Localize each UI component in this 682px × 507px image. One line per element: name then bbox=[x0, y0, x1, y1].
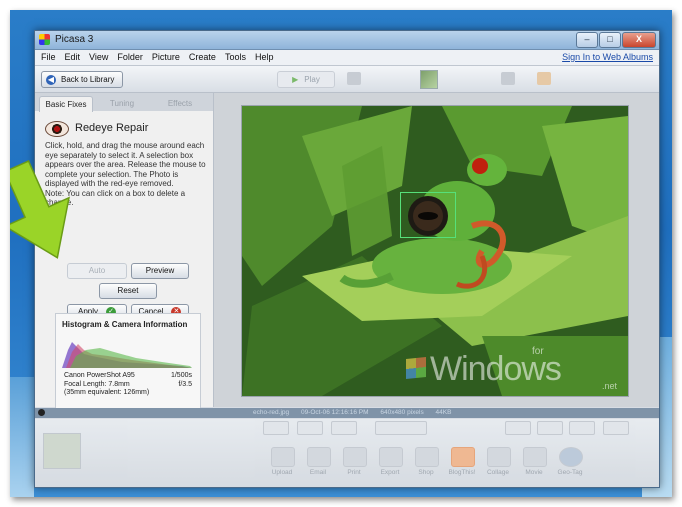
arrow-left-icon: ◀ bbox=[46, 74, 56, 85]
blogthis-label: BlogThis! bbox=[448, 469, 476, 476]
rotate-left-icon[interactable] bbox=[297, 421, 323, 435]
desktop-background: Picasa 3 – □ X File Edit View Folder Pic… bbox=[10, 10, 672, 497]
background-decoration bbox=[10, 377, 34, 497]
focal-length: Focal Length: 7.8mm bbox=[64, 380, 130, 388]
menu-file[interactable]: File bbox=[41, 52, 56, 62]
preview-button[interactable]: Preview bbox=[131, 263, 189, 279]
camera-model: Canon PowerShot A95 bbox=[64, 372, 135, 379]
current-photo-thumbnail[interactable] bbox=[420, 70, 438, 89]
collage-label: Collage bbox=[486, 469, 510, 476]
info-icon[interactable] bbox=[603, 421, 629, 435]
status-dimensions: 640x480 pixels bbox=[380, 409, 424, 416]
play-button[interactable]: ▶ Play bbox=[277, 71, 335, 88]
export-label: Export bbox=[380, 469, 400, 476]
reset-button[interactable]: Reset bbox=[99, 283, 157, 299]
menu-help[interactable]: Help bbox=[255, 52, 274, 62]
edit-tabs: Basic Fixes Tuning Effects bbox=[35, 93, 213, 112]
status-size: 44KB bbox=[435, 409, 452, 416]
next-photo-icon[interactable] bbox=[501, 72, 515, 85]
back-to-library-button[interactable]: ◀ Back to Library bbox=[41, 71, 124, 88]
menu-picture[interactable]: Picture bbox=[152, 52, 180, 62]
zoom-slider[interactable] bbox=[375, 421, 427, 435]
status-toggle-icon[interactable] bbox=[38, 409, 45, 416]
tag-icon[interactable] bbox=[569, 421, 595, 435]
auto-button[interactable]: Auto bbox=[67, 263, 127, 279]
histogram-panel: Histogram & Camera Information Canon Pow… bbox=[55, 313, 201, 415]
photo-viewer: Windows for .net bbox=[214, 93, 659, 407]
camera-info: Canon PowerShot A95 1/500s Focal Length: … bbox=[64, 372, 196, 398]
selected-photo-tray[interactable] bbox=[43, 433, 81, 469]
picasa-app-icon bbox=[39, 34, 50, 45]
histogram-graph bbox=[62, 342, 192, 368]
status-filename: echo-red.jpg bbox=[253, 409, 290, 416]
redeye-icon bbox=[45, 121, 69, 137]
watermark-net: .net bbox=[602, 381, 618, 391]
green-arrow-annotation bbox=[10, 160, 70, 259]
histogram-title: Histogram & Camera Information bbox=[62, 320, 188, 329]
geotag-label: Geo-Tag bbox=[557, 469, 583, 476]
windows-logo-watermark bbox=[406, 356, 426, 380]
upload-label: Upload bbox=[271, 469, 293, 476]
minimize-button[interactable]: – bbox=[576, 32, 598, 48]
previous-photo-icon[interactable] bbox=[347, 72, 361, 85]
shop-icon[interactable] bbox=[415, 447, 439, 467]
globe-icon[interactable] bbox=[559, 447, 583, 467]
shop-label: Shop bbox=[418, 469, 434, 476]
movie-label: Movie bbox=[525, 469, 543, 476]
blogger-icon[interactable] bbox=[451, 447, 475, 467]
maximize-button[interactable]: □ bbox=[599, 32, 621, 48]
menu-folder[interactable]: Folder bbox=[117, 52, 143, 62]
sign-in-link[interactable]: Sign In to Web Albums bbox=[562, 52, 653, 62]
email-icon[interactable] bbox=[307, 447, 331, 467]
tab-tuning[interactable]: Tuning bbox=[97, 96, 147, 111]
tab-effects[interactable]: Effects bbox=[153, 96, 207, 111]
picasa-window: Picasa 3 – □ X File Edit View Folder Pic… bbox=[34, 30, 660, 488]
redeye-selection-box[interactable] bbox=[400, 192, 456, 238]
print-label: Print bbox=[347, 469, 361, 476]
aperture: f/3.5 bbox=[178, 380, 192, 388]
menu-tools[interactable]: Tools bbox=[225, 52, 246, 62]
focal-equivalent: (35mm equivalent: 126mm) bbox=[64, 389, 150, 396]
title-bar: Picasa 3 – □ X bbox=[35, 31, 659, 50]
tool-title: Redeye Repair bbox=[75, 122, 149, 134]
collage-icon[interactable] bbox=[487, 447, 511, 467]
frog-photo[interactable]: Windows for .net bbox=[241, 105, 629, 397]
menu-view[interactable]: View bbox=[89, 52, 108, 62]
people-icon[interactable] bbox=[505, 421, 531, 435]
shutter-speed: 1/500s bbox=[170, 372, 192, 379]
status-bar: echo-red.jpg 09-Oct-06 12:16:16 PM 640x4… bbox=[35, 408, 659, 418]
watermark-for: for bbox=[532, 346, 544, 357]
play-icon: ▶ bbox=[292, 75, 299, 84]
back-to-library-label: Back to Library bbox=[61, 75, 115, 84]
menu-bar: File Edit View Folder Picture Create Too… bbox=[35, 50, 659, 66]
rotate-icon[interactable] bbox=[537, 72, 551, 85]
play-label: Play bbox=[304, 75, 320, 84]
close-button[interactable]: X bbox=[622, 32, 656, 48]
email-label: Email bbox=[309, 469, 327, 476]
movie-icon[interactable] bbox=[523, 447, 547, 467]
menu-edit[interactable]: Edit bbox=[65, 52, 81, 62]
upload-icon[interactable] bbox=[271, 447, 295, 467]
toolbar: ◀ Back to Library ▶ Play bbox=[35, 66, 659, 93]
print-icon[interactable] bbox=[343, 447, 367, 467]
photo-tray: Upload Email Print Export Shop BlogThis!… bbox=[35, 419, 659, 487]
location-icon[interactable] bbox=[537, 421, 563, 435]
status-date: 09-Oct-06 12:16:16 PM bbox=[300, 409, 369, 416]
rotate-right-icon[interactable] bbox=[331, 421, 357, 435]
tab-basic-fixes[interactable]: Basic Fixes bbox=[39, 96, 93, 112]
tray-hold-icon[interactable] bbox=[263, 421, 289, 435]
window-title: Picasa 3 bbox=[55, 34, 94, 45]
menu-create[interactable]: Create bbox=[189, 52, 216, 62]
export-icon[interactable] bbox=[379, 447, 403, 467]
